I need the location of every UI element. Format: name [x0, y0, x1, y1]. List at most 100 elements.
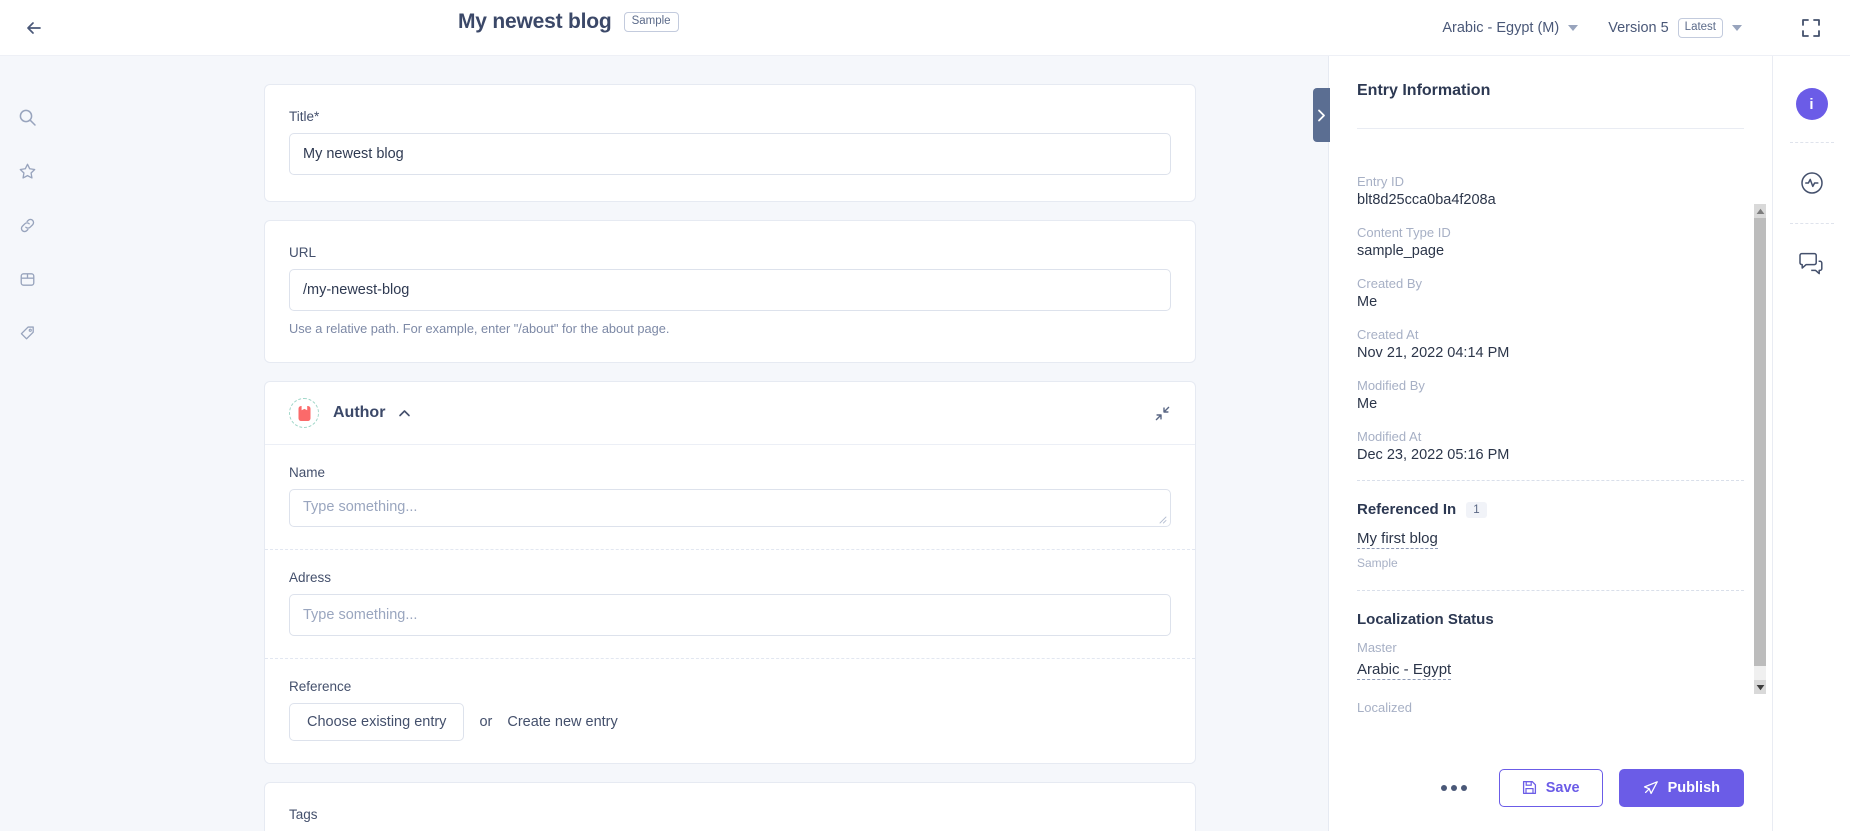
publish-label: Publish — [1667, 779, 1720, 796]
paper-plane-icon — [1643, 780, 1658, 794]
create-new-entry-button[interactable]: Create new entry — [507, 714, 617, 730]
meta-value: sample_page — [1357, 243, 1445, 259]
page-title: My newest blog — [458, 10, 612, 33]
meta-label: Content Type ID — [1357, 225, 1451, 240]
localized-label: Localized — [1357, 700, 1412, 715]
latest-badge: Latest — [1677, 18, 1723, 38]
scroll-up-arrow-icon[interactable] — [1754, 204, 1766, 218]
meta-value: Me — [1357, 294, 1378, 310]
meta-label: Entry ID — [1357, 174, 1404, 189]
info-icon[interactable]: i — [1795, 88, 1828, 120]
top-bar-right: Arabic - Egypt (M) Version 5 Latest — [1442, 0, 1850, 56]
version-selector[interactable]: Version 5 Latest — [1608, 18, 1742, 38]
tags-card: Tags — [264, 782, 1196, 831]
author-group-body: Name Type something... Adress Type somet… — [265, 445, 1195, 763]
publish-button[interactable]: Publish — [1618, 768, 1744, 807]
collapse-diagonal-icon[interactable] — [1151, 402, 1173, 424]
version-label: Version 5 — [1608, 19, 1669, 36]
title-card: Title* My newest blog — [264, 84, 1196, 202]
dot-icon — [1460, 784, 1467, 791]
panel-content: Entry ID blt8d25cca0ba4f208a Content Typ… — [1329, 146, 1772, 743]
title-field-label: Title* — [289, 109, 320, 124]
meta-label: Created By — [1357, 276, 1423, 291]
entry-editor-page: My newest blog Sample Arabic - Egypt (M)… — [0, 0, 1850, 831]
right-icon-rail: i — [1772, 56, 1850, 831]
referenced-in-count: 1 — [1466, 501, 1487, 518]
meta-value: Me — [1357, 396, 1378, 412]
dot-icon — [1440, 784, 1447, 791]
entry-information-panel: Entry Information Entry ID blt8d25cca0ba… — [1313, 56, 1772, 831]
panel-divider — [1357, 128, 1744, 129]
floppy-disk-icon — [1522, 780, 1536, 795]
star-icon[interactable] — [12, 156, 42, 186]
meta-label: Modified At — [1357, 429, 1422, 444]
resize-grip-icon[interactable] — [1158, 515, 1167, 524]
author-reference-label: Reference — [289, 679, 352, 694]
author-address-label: Adress — [289, 570, 332, 585]
fullscreen-button[interactable] — [1794, 11, 1828, 45]
url-card: URL /my-newest-blog Use a relative path.… — [264, 220, 1196, 363]
fullscreen-icon — [1802, 19, 1820, 37]
chevron-right-icon — [1318, 109, 1325, 121]
author-group-title: Author — [333, 404, 386, 421]
panel-title: Entry Information — [1357, 82, 1491, 99]
choose-existing-entry-button[interactable]: Choose existing entry — [289, 703, 465, 741]
or-separator: or — [479, 714, 493, 730]
referenced-entry-link[interactable]: My first blog — [1357, 530, 1438, 549]
author-name-label: Name — [289, 465, 326, 480]
search-icon[interactable] — [12, 102, 42, 132]
comments-icon[interactable] — [1794, 246, 1830, 282]
url-helper-text: Use a relative path. For example, enter … — [289, 321, 670, 336]
top-bar: My newest blog Sample Arabic - Egypt (M)… — [0, 0, 1850, 56]
activity-pulse-icon[interactable] — [1794, 165, 1830, 201]
panel-scrollbar-thumb[interactable] — [1754, 218, 1766, 666]
dot-icon — [1450, 784, 1457, 791]
referenced-entry-subtitle: Sample — [1357, 556, 1398, 570]
section-separator — [1357, 480, 1744, 481]
tags-field-label: Tags — [289, 807, 318, 822]
entry-form-scroll-area: Title* My newest blog URL /my-newest-blo… — [54, 56, 1406, 831]
section-separator — [1357, 590, 1744, 591]
arrow-left-icon — [27, 22, 41, 34]
master-label: Master — [1357, 640, 1397, 655]
meta-item: Modified At Dec 23, 2022 05:16 PM — [1357, 429, 1744, 463]
book-icon — [289, 398, 319, 428]
meta-item: Content Type ID sample_page — [1357, 225, 1744, 259]
meta-value: Nov 21, 2022 04:14 PM — [1357, 345, 1510, 361]
link-icon[interactable] — [12, 210, 42, 240]
info-icon-glyph: i — [1809, 95, 1814, 113]
locale-selector[interactable]: Arabic - Egypt (M) — [1442, 20, 1579, 36]
save-button[interactable]: Save — [1498, 768, 1603, 807]
back-button[interactable] — [18, 12, 50, 44]
meta-label: Created At — [1357, 327, 1419, 342]
author-address-input[interactable]: Type something... — [289, 594, 1171, 636]
rail-divider — [1789, 142, 1834, 143]
title-area: My newest blog Sample — [458, 10, 679, 34]
meta-item: Created At Nov 21, 2022 04:14 PM — [1357, 327, 1744, 361]
meta-item: Entry ID blt8d25cca0ba4f208a — [1357, 174, 1744, 208]
author-reference-field: Reference Choose existing entry or Creat… — [265, 659, 1195, 763]
status-badge: Sample — [623, 12, 679, 32]
tag-icon[interactable] — [12, 318, 42, 348]
locale-label: Arabic - Egypt (M) — [1442, 20, 1560, 36]
author-group-header: Author — [265, 382, 1195, 445]
url-field-label: URL — [289, 245, 317, 260]
master-locale-value[interactable]: Arabic - Egypt — [1357, 661, 1452, 680]
save-label: Save — [1545, 779, 1580, 796]
meta-label: Modified By — [1357, 378, 1425, 393]
meta-value: Dec 23, 2022 05:16 PM — [1357, 447, 1510, 463]
chevron-up-icon[interactable] — [397, 406, 412, 421]
referenced-entry: My first blog Sample — [1357, 530, 1744, 570]
meta-value: blt8d25cca0ba4f208a — [1357, 192, 1496, 208]
left-icon-rail — [0, 56, 54, 831]
scroll-down-arrow-icon[interactable] — [1754, 680, 1766, 694]
stack-icon[interactable] — [12, 264, 42, 294]
panel-toggle-handle[interactable] — [1313, 88, 1330, 142]
title-input[interactable]: My newest blog — [289, 133, 1171, 175]
author-name-input[interactable]: Type something... — [289, 489, 1171, 527]
more-options-button[interactable] — [1431, 777, 1477, 799]
url-input[interactable]: /my-newest-blog — [289, 269, 1171, 311]
localization-status-title: Localization Status — [1357, 611, 1494, 628]
panel-action-bar: Save Publish — [1329, 743, 1772, 831]
author-address-field: Adress Type something... — [265, 550, 1195, 659]
